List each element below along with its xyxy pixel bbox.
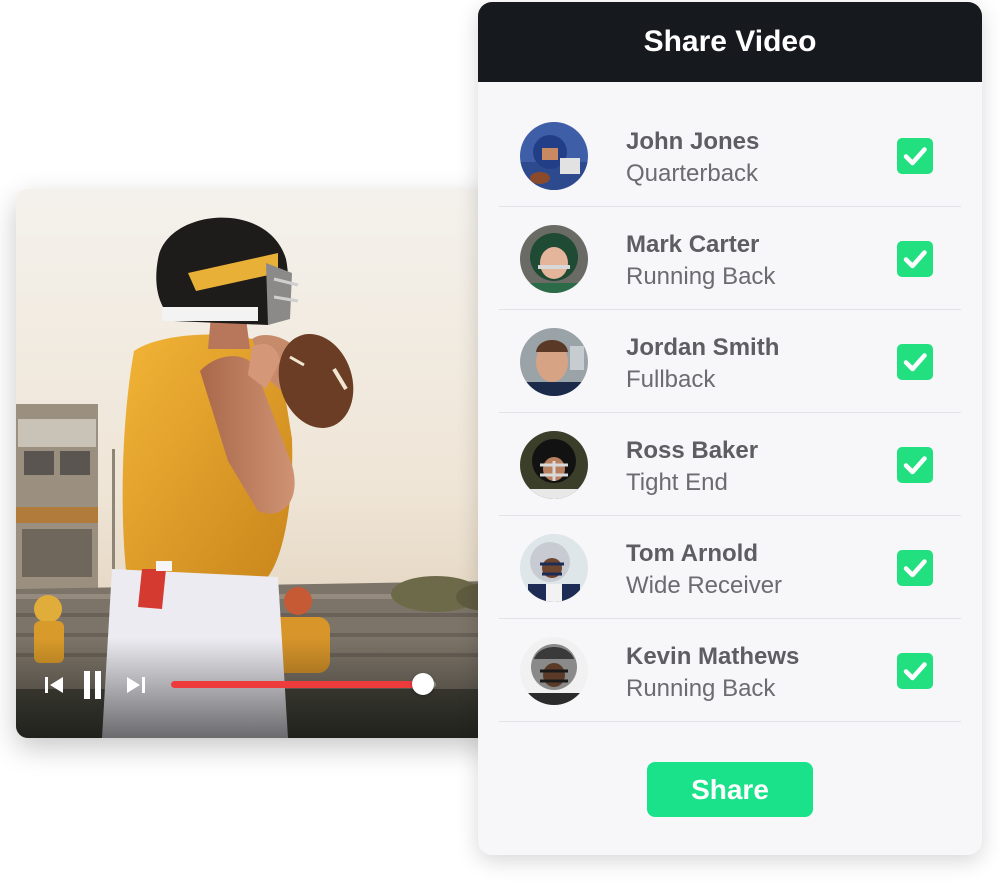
checkmark-icon [903,353,927,372]
checkmark-icon [903,147,927,166]
share-button[interactable]: Share [647,762,813,817]
player-checkbox[interactable] [897,344,933,380]
progress-track[interactable] [171,681,436,688]
player-checkbox[interactable] [897,447,933,483]
player-row[interactable]: Mark Carter Running Back [499,207,961,310]
player-position: Quarterback [626,160,759,187]
player-avatar [520,328,588,396]
player-position: Running Back [626,263,776,290]
share-title: Share Video [643,25,817,58]
player-position: Tight End [626,469,728,496]
checkmark-icon [903,456,927,475]
player-name: Tom Arnold [626,540,758,567]
player-name: Kevin Mathews [626,643,800,670]
share-video-panel: Share Video John Jones Quarterback Mark … [478,2,982,855]
player-checkbox[interactable] [897,653,933,689]
player-checkbox[interactable] [897,138,933,174]
player-position: Fullback [626,366,716,393]
pause-icon[interactable] [82,671,104,699]
player-name: Ross Baker [626,437,759,464]
player-name: Mark Carter [626,231,760,258]
player-row[interactable]: Jordan Smith Fullback [499,310,961,413]
player-avatar [520,122,588,190]
checkmark-icon [903,559,927,578]
video-player[interactable] [16,189,496,738]
player-row[interactable]: Kevin Mathews Running Back [499,619,961,722]
player-avatar [520,225,588,293]
player-row[interactable]: Ross Baker Tight End [499,413,961,516]
player-position: Wide Receiver [626,572,783,599]
player-row[interactable]: John Jones Quarterback [499,104,961,207]
player-avatar [520,431,588,499]
checkmark-icon [903,250,927,269]
player-name: Jordan Smith [626,334,780,361]
player-avatar [520,637,588,705]
progress-fill [171,681,423,688]
player-checkbox[interactable] [897,241,933,277]
player-name: John Jones [626,128,760,155]
player-avatar [520,534,588,602]
skip-previous-icon[interactable] [42,673,66,697]
progress-scrubber[interactable] [411,673,434,695]
skip-next-icon[interactable] [124,673,148,697]
player-checkbox[interactable] [897,550,933,586]
share-header: Share Video [478,2,982,82]
player-row[interactable]: Tom Arnold Wide Receiver [499,516,961,619]
player-list: John Jones Quarterback Mark Carter Runni… [499,104,961,722]
checkmark-icon [903,662,927,681]
player-position: Running Back [626,675,776,702]
